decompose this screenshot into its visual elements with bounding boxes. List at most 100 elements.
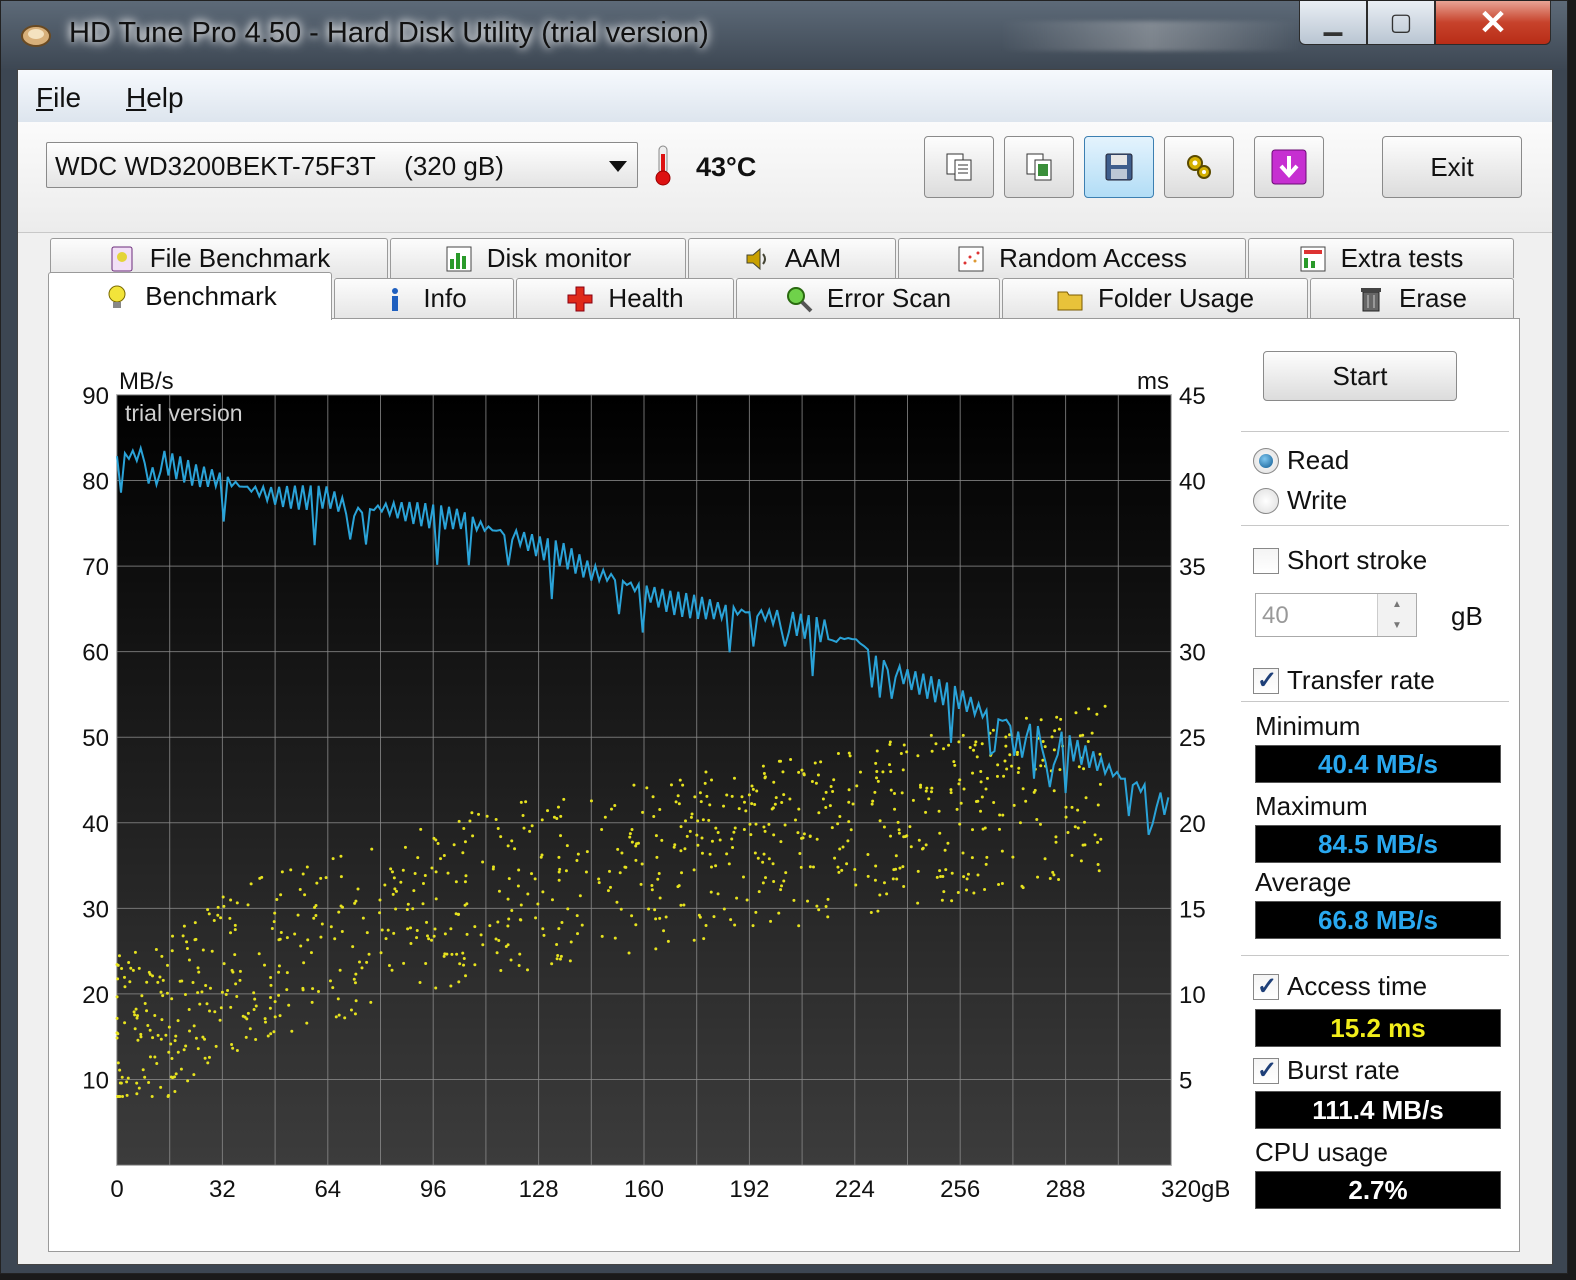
- drive-select[interactable]: WDC WD3200BEKT-75F3T (320 gB): [46, 142, 638, 188]
- access-time-point: [481, 943, 485, 947]
- access-time-point: [838, 814, 842, 818]
- access-time-point: [1066, 831, 1070, 835]
- access-time-point: [160, 954, 164, 958]
- tab-disk-monitor-label: Disk monitor: [486, 243, 632, 273]
- access-time-point: [254, 1004, 258, 1008]
- access-time-point: [147, 970, 151, 974]
- access-time-point: [781, 770, 785, 774]
- access-time-point: [669, 783, 673, 787]
- tab-erase[interactable]: Erase: [1310, 278, 1514, 318]
- access-time-point: [315, 881, 319, 885]
- read-radio[interactable]: [1253, 447, 1279, 474]
- menu-file[interactable]: File: [36, 82, 81, 114]
- access-time-point: [836, 865, 840, 869]
- download-icon: [1271, 149, 1307, 185]
- access-time-point: [519, 903, 523, 907]
- access-time-point: [949, 791, 953, 795]
- access-time-point: [258, 876, 262, 880]
- tab-extra-tests-label: Extra tests: [1340, 243, 1464, 273]
- read-option[interactable]: Read: [1253, 445, 1349, 476]
- transfer-rate-option[interactable]: Transfer rate: [1253, 665, 1435, 696]
- access-time-point: [1054, 840, 1058, 844]
- access-time-checkbox[interactable]: [1253, 972, 1279, 1001]
- exit-button[interactable]: Exit: [1382, 136, 1522, 198]
- copy-text-button[interactable]: [924, 136, 994, 198]
- access-time-point: [995, 774, 999, 778]
- access-time-point: [902, 884, 906, 888]
- access-time-point: [797, 770, 801, 774]
- options-button[interactable]: [1164, 136, 1234, 198]
- access-time-point: [463, 840, 467, 844]
- menu-help-rest: elp: [146, 82, 184, 113]
- access-time-point: [965, 877, 969, 881]
- access-time-point: [722, 804, 726, 808]
- access-time-point: [542, 933, 546, 937]
- short-stroke-option[interactable]: Short stroke: [1253, 545, 1427, 576]
- access-time-point: [840, 868, 844, 872]
- stepper-buttons[interactable]: ▲ ▼: [1377, 594, 1416, 636]
- access-time-point: [361, 916, 365, 920]
- write-radio[interactable]: [1253, 487, 1279, 514]
- window-title: HD Tune Pro 4.50 - Hard Disk Utility (tr…: [69, 17, 709, 49]
- menu-help[interactable]: Help: [126, 82, 184, 114]
- access-time-point: [379, 951, 383, 955]
- tab-extra-tests[interactable]: Extra tests: [1248, 238, 1514, 278]
- access-time-point: [252, 991, 256, 995]
- access-time-point: [919, 785, 923, 789]
- burst-rate-checkbox[interactable]: [1253, 1056, 1279, 1085]
- access-time-point: [526, 968, 530, 972]
- close-button[interactable]: ✕: [1435, 1, 1551, 45]
- title-bar[interactable]: HD Tune Pro 4.50 - Hard Disk Utility (tr…: [1, 1, 1567, 69]
- access-time-point: [875, 749, 879, 753]
- access-time-point: [714, 826, 718, 830]
- tab-folder-usage[interactable]: Folder Usage: [1002, 278, 1308, 318]
- access-time-point: [1018, 821, 1022, 825]
- tab-info[interactable]: Info: [334, 278, 514, 318]
- access-time-point: [1043, 745, 1047, 749]
- save-button[interactable]: [1084, 136, 1154, 198]
- access-time-point: [213, 1010, 217, 1014]
- burst-rate-option[interactable]: Burst rate: [1253, 1055, 1400, 1086]
- access-time-point: [947, 743, 951, 747]
- stepper-down-icon[interactable]: ▼: [1378, 615, 1416, 636]
- write-option[interactable]: Write: [1253, 485, 1347, 516]
- access-time-point: [744, 809, 748, 813]
- access-time-point: [589, 799, 593, 803]
- access-time-point: [272, 1030, 276, 1034]
- copy-screenshot-button[interactable]: [1004, 136, 1074, 198]
- tab-health[interactable]: Health: [516, 278, 734, 318]
- access-time-point: [832, 778, 836, 782]
- start-button[interactable]: Start: [1263, 351, 1457, 401]
- access-time-point: [620, 851, 624, 855]
- short-stroke-checkbox[interactable]: [1253, 547, 1279, 574]
- tab-aam[interactable]: AAM: [688, 238, 896, 278]
- access-time-point: [454, 880, 458, 884]
- maximize-button[interactable]: ▢: [1367, 1, 1435, 45]
- access-time-point: [893, 807, 897, 811]
- minimize-button[interactable]: ▁: [1299, 1, 1367, 45]
- access-time-point: [394, 889, 398, 893]
- access-time-point: [560, 921, 564, 925]
- access-time-point: [153, 1055, 157, 1059]
- access-time-option[interactable]: Access time: [1253, 971, 1427, 1002]
- burst-rate-label: Burst rate: [1287, 1055, 1400, 1085]
- access-time-point: [401, 868, 405, 872]
- stepper-up-icon[interactable]: ▲: [1378, 594, 1416, 615]
- access-time-point: [249, 882, 253, 886]
- transfer-rate-checkbox[interactable]: [1253, 666, 1279, 695]
- access-time-point: [115, 995, 119, 999]
- access-time-point: [170, 997, 174, 1001]
- download-button[interactable]: [1254, 136, 1324, 198]
- tab-benchmark[interactable]: Benchmark: [48, 272, 332, 320]
- copy-screenshot-icon: [1026, 153, 1052, 181]
- access-time-point: [810, 780, 814, 784]
- tab-random-access[interactable]: Random Access: [898, 238, 1246, 278]
- access-time-point: [464, 874, 468, 878]
- access-time-point: [692, 938, 696, 942]
- access-time-point: [799, 865, 803, 869]
- access-time-point: [894, 854, 898, 858]
- short-stroke-stepper[interactable]: 40 ▲ ▼: [1255, 593, 1417, 637]
- tab-error-scan[interactable]: Error Scan: [736, 278, 1000, 318]
- tab-disk-monitor[interactable]: Disk monitor: [390, 238, 686, 278]
- health-cross-icon: [567, 286, 593, 311]
